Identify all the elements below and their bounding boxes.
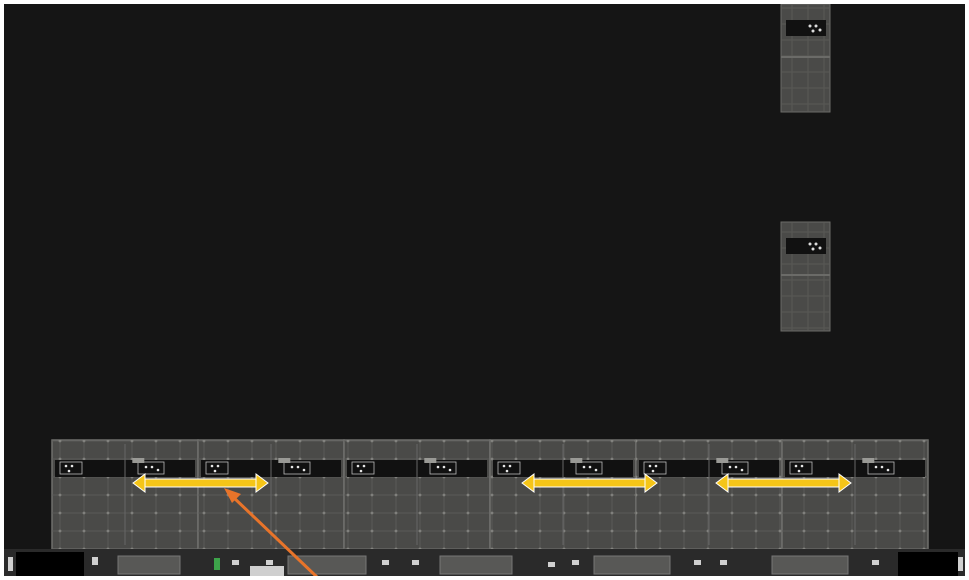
diagram-canvas [0, 0, 969, 580]
bottom-cabinet [781, 439, 929, 550]
bottom-cabinet-row [51, 439, 929, 550]
led-wall-rear-diagram [0, 0, 969, 580]
mounting-rail [4, 549, 965, 576]
bottom-cabinet [635, 439, 783, 550]
bottom-cabinet [51, 439, 199, 550]
bottom-cabinet [343, 439, 491, 550]
upper-column-cabinet-top [780, 3, 831, 113]
bottom-cabinet [489, 439, 637, 550]
upper-column-cabinet-middle [780, 221, 831, 332]
